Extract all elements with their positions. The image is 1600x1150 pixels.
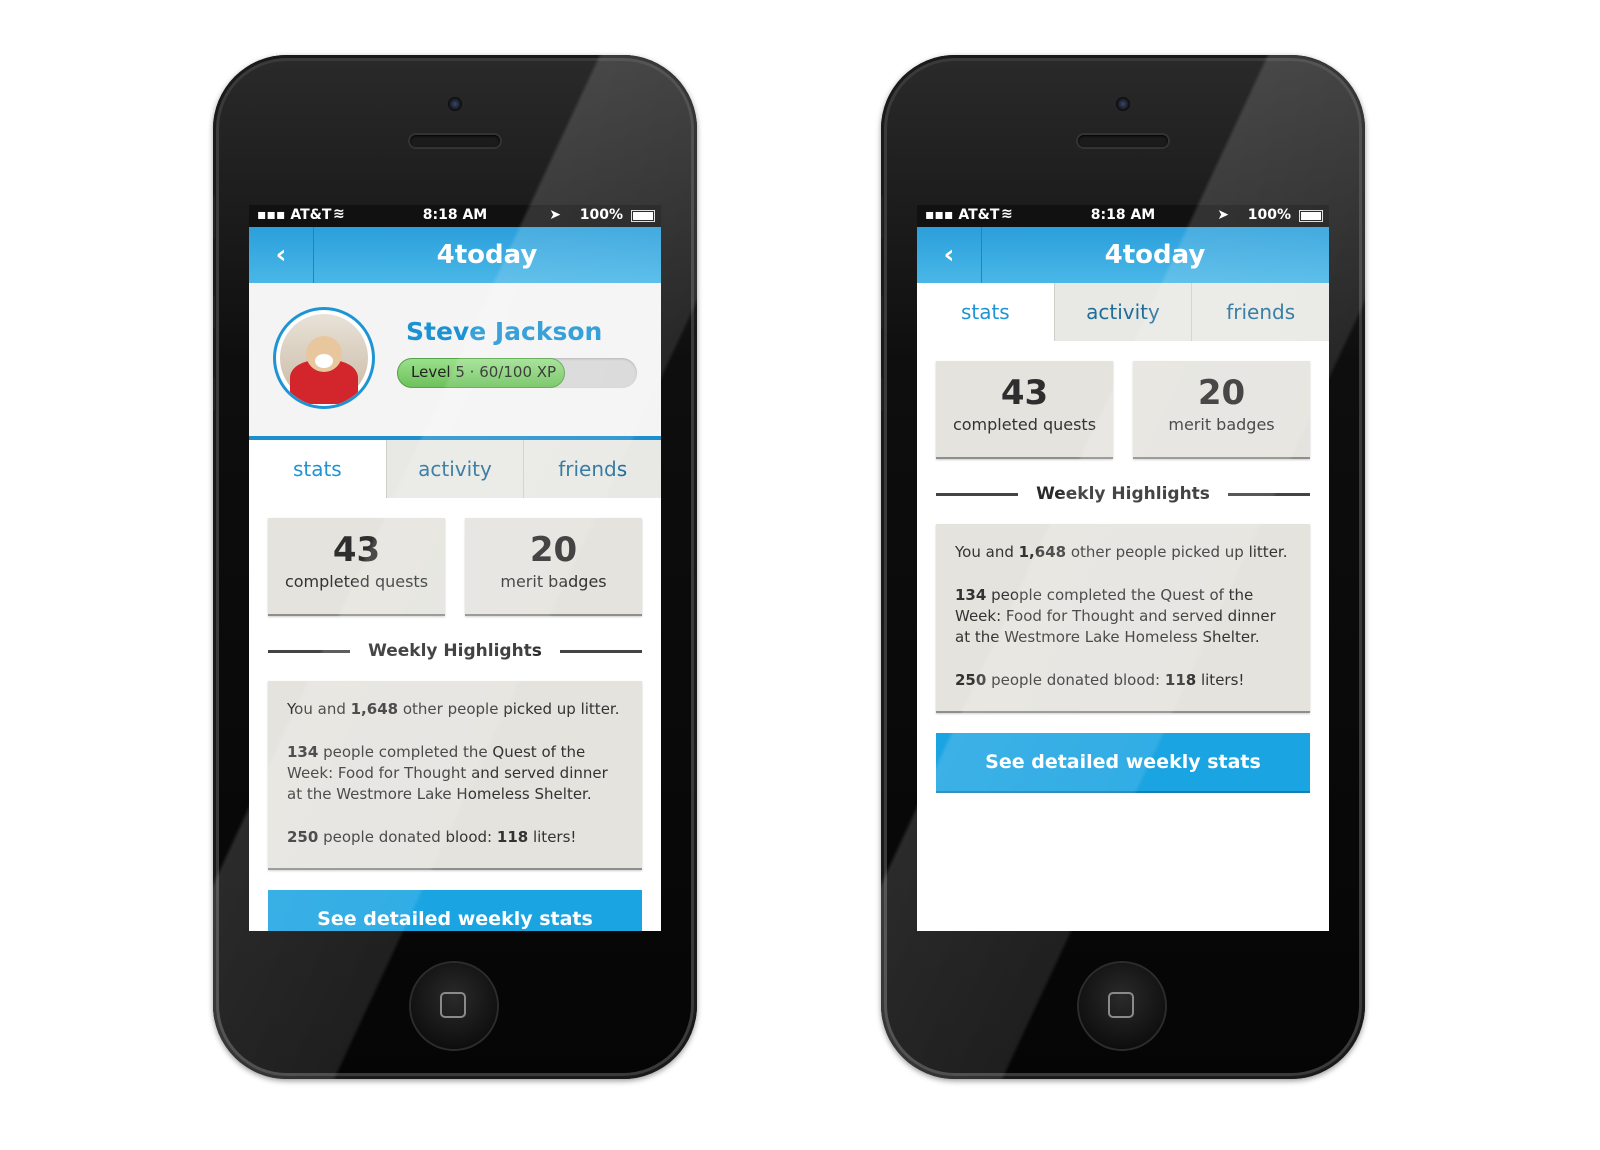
speaker-grille: [410, 135, 500, 147]
see-weekly-stats-button[interactable]: See detailed weekly stats: [268, 890, 642, 931]
avatar[interactable]: [273, 307, 375, 409]
battery-icon: [631, 210, 655, 222]
highlight-item: You and 1,648 other people picked up lit…: [287, 700, 620, 718]
quests-count: 43: [1000, 373, 1049, 413]
stats-cards: 43 completed quests 20 merit badges: [917, 341, 1329, 459]
volume-down-button: [881, 377, 883, 411]
divider: [1227, 492, 1310, 496]
section-title: Weekly Highlights: [1036, 484, 1210, 504]
divider: [268, 649, 351, 653]
highlight-item: 134 people completed the Quest of the We…: [955, 586, 1276, 646]
app-content: ‹ 4today Steve Jackson Level 5 · 60/100 …: [249, 227, 661, 931]
status-bar: ▪▪▪ AT&T ≋ 8:18 AM ➤ 100%: [917, 205, 1329, 227]
home-button[interactable]: [411, 963, 497, 1049]
home-button[interactable]: [1079, 963, 1165, 1049]
volume-down-button: [213, 377, 215, 411]
app-title: 4today: [436, 240, 538, 270]
highlight-item: 250 people donated blood: 118 liters!: [955, 671, 1245, 689]
badges-label: merit badges: [500, 572, 607, 591]
tab-bar: stats activity friends: [917, 283, 1329, 341]
screen: ▪▪▪ AT&T ≋ 8:18 AM ➤ 100% ‹ 4today stats…: [917, 205, 1329, 931]
section-title: Weekly Highlights: [368, 641, 542, 661]
battery-percent: 100%: [1247, 207, 1291, 223]
tab-stats[interactable]: stats: [917, 283, 1054, 341]
home-square-icon: [440, 992, 466, 1018]
app-content: ‹ 4today stats activity friends 43 compl…: [917, 227, 1329, 931]
weekly-highlights-header: Weekly Highlights: [917, 484, 1329, 504]
see-weekly-stats-button[interactable]: See detailed weekly stats: [936, 733, 1310, 793]
highlights-card: You and 1,648 other people picked up lit…: [936, 524, 1310, 713]
phone-right: ▪▪▪ AT&T ≋ 8:18 AM ➤ 100% ‹ 4today stats…: [881, 55, 1365, 1079]
tab-activity[interactable]: activity: [385, 440, 524, 498]
divider: [936, 492, 1019, 496]
tab-friends[interactable]: friends: [523, 440, 661, 498]
profile-header: Steve Jackson Level 5 · 60/100 XP: [249, 283, 661, 440]
tab-stats[interactable]: stats: [249, 440, 386, 498]
location-icon: ➤: [549, 207, 561, 223]
badges-count: 20: [1197, 373, 1246, 413]
status-bar: ▪▪▪ AT&T ≋ 8:18 AM ➤ 100%: [249, 205, 661, 227]
screen: ▪▪▪ AT&T ≋ 8:18 AM ➤ 100% ‹ 4today Steve…: [249, 205, 661, 931]
app-title: 4today: [1104, 240, 1206, 270]
tab-activity[interactable]: activity: [1053, 283, 1192, 341]
camera-icon: [448, 97, 462, 111]
volume-up-button: [213, 295, 215, 329]
location-icon: ➤: [1217, 207, 1229, 223]
mute-switch: [881, 195, 883, 239]
merit-badges-card: 20 merit badges: [1133, 361, 1310, 459]
profile-name: Steve Jackson: [406, 317, 603, 346]
battery-icon: [1299, 210, 1323, 222]
tab-friends[interactable]: friends: [1191, 283, 1329, 341]
home-square-icon: [1108, 992, 1134, 1018]
chevron-left-icon: ‹: [275, 240, 287, 270]
completed-quests-card: 43 completed quests: [936, 361, 1113, 459]
xp-progress-bar: Level 5 · 60/100 XP: [397, 358, 637, 388]
badges-count: 20: [529, 530, 578, 570]
quests-count: 43: [332, 530, 381, 570]
weekly-highlights-header: Weekly Highlights: [249, 641, 661, 661]
tab-bar: stats activity friends: [249, 440, 661, 498]
mute-switch: [213, 195, 215, 239]
quests-label: completed quests: [952, 415, 1097, 434]
back-button[interactable]: ‹: [249, 227, 314, 283]
highlight-item: 134 people completed the Quest of the We…: [287, 743, 608, 803]
volume-up-button: [881, 295, 883, 329]
speaker-grille: [1078, 135, 1168, 147]
nav-bar: ‹ 4today: [249, 227, 661, 283]
highlight-item: You and 1,648 other people picked up lit…: [955, 543, 1288, 561]
badges-label: merit badges: [1168, 415, 1275, 434]
phone-left: ▪▪▪ AT&T ≋ 8:18 AM ➤ 100% ‹ 4today Steve…: [213, 55, 697, 1079]
highlights-card: You and 1,648 other people picked up lit…: [268, 681, 642, 870]
back-button[interactable]: ‹: [917, 227, 982, 283]
battery-percent: 100%: [579, 207, 623, 223]
camera-icon: [1116, 97, 1130, 111]
nav-bar: ‹ 4today: [917, 227, 1329, 283]
stats-cards: 43 completed quests 20 merit badges: [249, 498, 661, 616]
chevron-left-icon: ‹: [943, 240, 955, 270]
quests-label: completed quests: [284, 572, 429, 591]
completed-quests-card: 43 completed quests: [268, 518, 445, 616]
divider: [559, 649, 642, 653]
xp-level-text: Level 5 · 60/100 XP: [411, 363, 557, 381]
highlight-item: 250 people donated blood: 118 liters!: [287, 828, 577, 846]
merit-badges-card: 20 merit badges: [465, 518, 642, 616]
